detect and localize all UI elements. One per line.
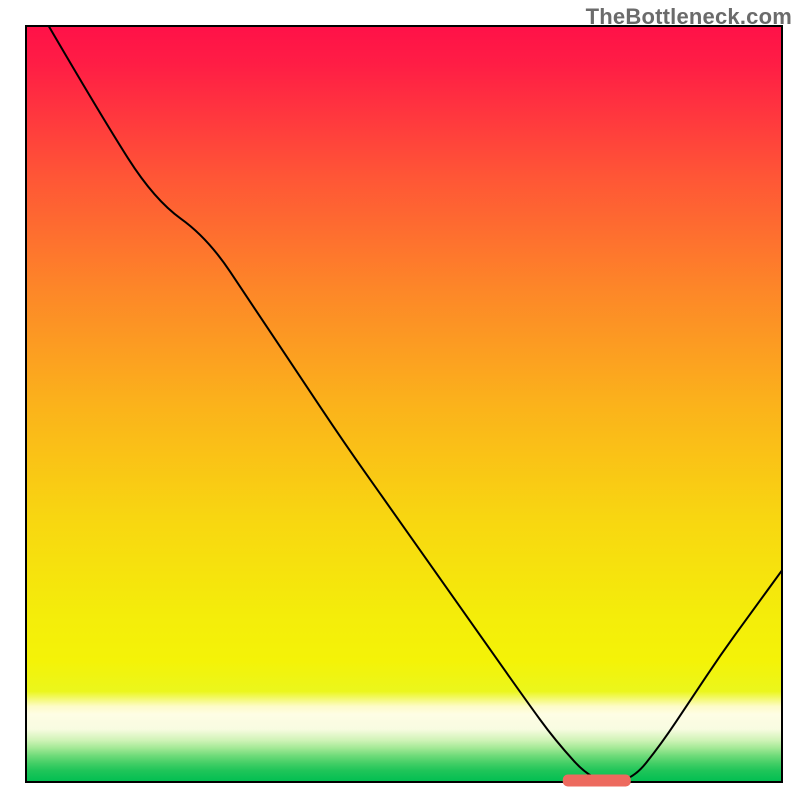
plot-background [26, 26, 782, 782]
optimal-marker [563, 774, 631, 786]
bottleneck-chart [0, 0, 800, 800]
chart-container: TheBottleneck.com [0, 0, 800, 800]
watermark-label: TheBottleneck.com [586, 4, 792, 30]
